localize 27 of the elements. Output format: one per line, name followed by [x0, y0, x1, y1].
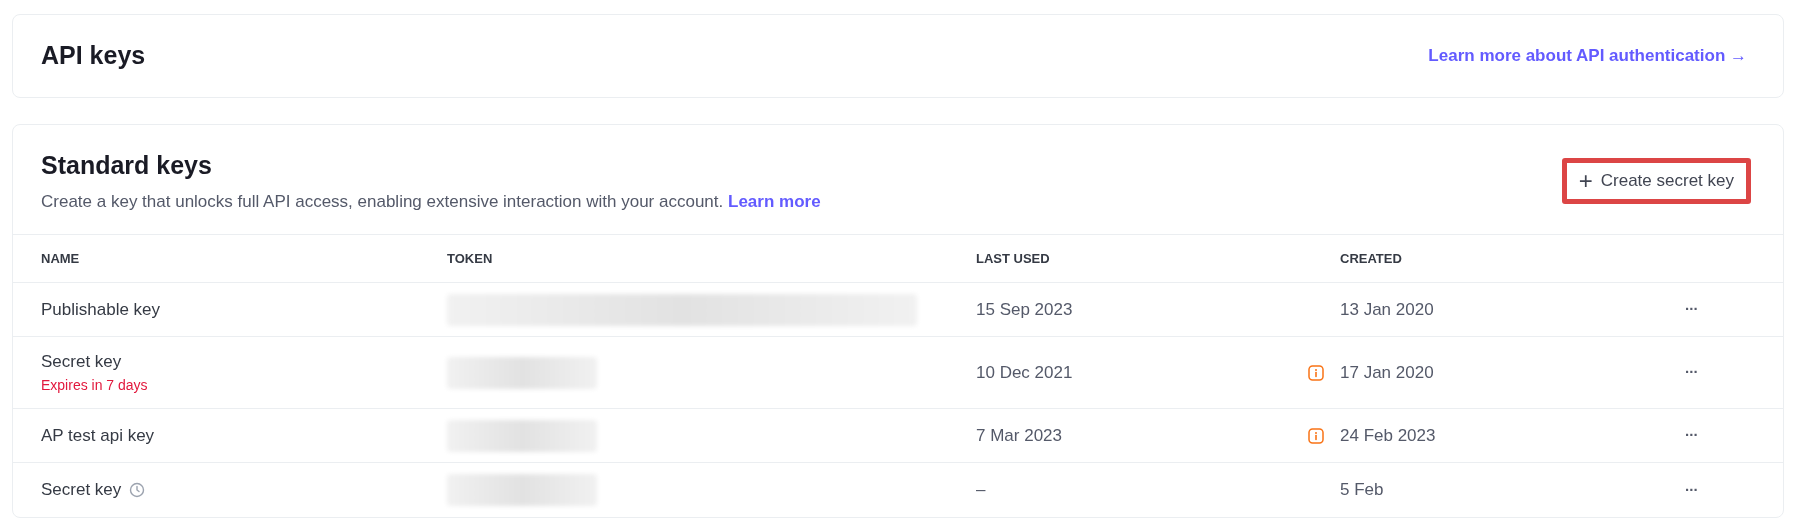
- column-header: NAME: [41, 249, 81, 268]
- column-header: TOKEN: [447, 249, 494, 268]
- expiry-notice: Expires in 7 days: [41, 375, 149, 395]
- last-used-date: 7 Mar 2023: [976, 424, 1063, 447]
- more-options-button[interactable]: ···: [1685, 424, 1698, 447]
- key-name: AP test api key: [41, 424, 155, 447]
- key-name: Secret key: [41, 479, 122, 502]
- page-title: API keys: [41, 40, 146, 72]
- column-header: CREATED: [1340, 249, 1403, 268]
- key-name: Publishable key: [41, 298, 161, 321]
- more-options-button[interactable]: ···: [1685, 361, 1698, 384]
- created-date: 24 Feb 2023: [1340, 424, 1437, 447]
- created-date: 17 Jan 2020: [1340, 361, 1435, 384]
- more-options-button[interactable]: ···: [1685, 298, 1698, 321]
- section-description: Create a key that unlocks full API access, enabling extensive interaction with your account. Learn more: [41, 190, 821, 213]
- column-header: LAST USED: [976, 249, 1051, 268]
- more-options-button[interactable]: ···: [1685, 478, 1698, 502]
- last-used-date: 10 Dec 2021: [976, 361, 1074, 384]
- last-used-date: 15 Sep 2023: [976, 298, 1074, 321]
- learn-more-link[interactable]: Learn more about API authentication →: [1428, 43, 1747, 69]
- key-name: Secret key: [41, 351, 122, 374]
- learn-more-link[interactable]: Learn more: [728, 191, 821, 211]
- last-used-date: –: [976, 479, 987, 502]
- created-date: 13 Jan 2020: [1340, 298, 1435, 321]
- section-title: Standard keys: [41, 150, 213, 181]
- created-date: 5 Feb: [1340, 479, 1385, 502]
- create-secret-key-button[interactable]: + Create secret key: [1561, 157, 1751, 204]
